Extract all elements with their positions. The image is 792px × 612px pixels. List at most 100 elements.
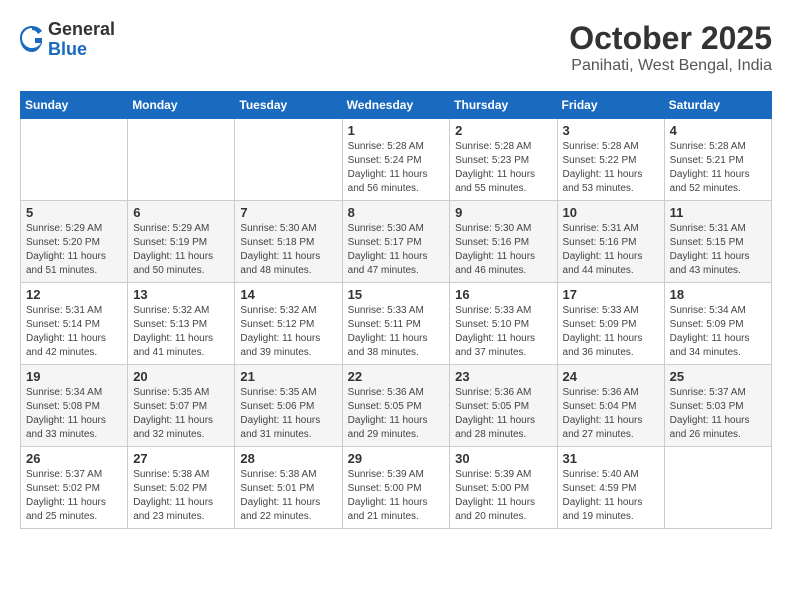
calendar-cell: 16 Sunrise: 5:33 AM Sunset: 5:10 PM Dayli…: [450, 283, 557, 365]
calendar-cell: 30 Sunrise: 5:39 AM Sunset: 5:00 PM Dayli…: [450, 447, 557, 529]
calendar-cell: 15Sunrise: 5:33 AM Sunset: 5:11 PM Dayli…: [342, 283, 450, 365]
day-number: 21: [240, 369, 336, 384]
calendar-cell: 25Sunrise: 5:37 AM Sunset: 5:03 PM Dayli…: [664, 365, 771, 447]
day-info: Sunrise: 5:33 AM Sunset: 5:11 PM Dayligh…: [348, 304, 445, 360]
calendar-cell: 13 Sunrise: 5:32 AM Sunset: 5:13 PM Dayli…: [128, 283, 235, 365]
day-number: 17: [563, 287, 659, 302]
calendar-cell: 9Sunrise: 5:30 AM Sunset: 5:16 PM Daylig…: [450, 201, 557, 283]
calendar-week-4: 19Sunrise: 5:34 AM Sunset: 5:08 PM Dayli…: [21, 365, 772, 447]
weekday-row: SundayMondayTuesdayWednesdayThursdayFrid…: [21, 92, 772, 119]
calendar-cell: 17 Sunrise: 5:33 AM Sunset: 5:09 PM Dayli…: [557, 283, 664, 365]
day-number: 9: [455, 205, 551, 220]
day-info: Sunrise: 5:37 AM Sunset: 5:03 PM Dayligh…: [670, 386, 766, 442]
day-info: Sunrise: 5:34 AM Sunset: 5:09 PM Dayligh…: [670, 304, 766, 360]
calendar: SundayMondayTuesdayWednesdayThursdayFrid…: [20, 91, 772, 529]
calendar-cell: 26 Sunrise: 5:37 AM Sunset: 5:02 PM Dayli…: [21, 447, 128, 529]
day-info: Sunrise: 5:33 AM Sunset: 5:10 PM Dayligh…: [455, 304, 551, 360]
day-number: 5: [26, 205, 122, 220]
calendar-cell: [664, 447, 771, 529]
day-info: Sunrise: 5:37 AM Sunset: 5:02 PM Dayligh…: [26, 468, 122, 524]
calendar-cell: 7 Sunrise: 5:30 AM Sunset: 5:18 PM Daylig…: [235, 201, 342, 283]
day-number: 26: [26, 451, 122, 466]
weekday-header-tuesday: Tuesday: [235, 92, 342, 119]
day-info: Sunrise: 5:39 AM Sunset: 5:00 PM Dayligh…: [455, 468, 551, 524]
calendar-cell: 6 Sunrise: 5:29 AM Sunset: 5:19 PM Daylig…: [128, 201, 235, 283]
calendar-cell: 24 Sunrise: 5:36 AM Sunset: 5:04 PM Dayli…: [557, 365, 664, 447]
page-subtitle: Panihati, West Bengal, India: [569, 57, 772, 75]
logo: General Blue: [20, 20, 115, 60]
calendar-cell: 2 Sunrise: 5:28 AM Sunset: 5:23 PM Daylig…: [450, 119, 557, 201]
day-number: 8: [348, 205, 445, 220]
calendar-cell: 29 Sunrise: 5:39 AM Sunset: 5:00 PM Dayli…: [342, 447, 450, 529]
day-number: 29: [348, 451, 445, 466]
calendar-week-5: 26 Sunrise: 5:37 AM Sunset: 5:02 PM Dayli…: [21, 447, 772, 529]
day-info: Sunrise: 5:29 AM Sunset: 5:19 PM Dayligh…: [133, 222, 229, 278]
day-info: Sunrise: 5:35 AM Sunset: 5:06 PM Dayligh…: [240, 386, 336, 442]
calendar-cell: 14Sunrise: 5:32 AM Sunset: 5:12 PM Dayli…: [235, 283, 342, 365]
day-info: Sunrise: 5:28 AM Sunset: 5:23 PM Dayligh…: [455, 140, 551, 196]
day-info: Sunrise: 5:28 AM Sunset: 5:22 PM Dayligh…: [563, 140, 659, 196]
calendar-header: SundayMondayTuesdayWednesdayThursdayFrid…: [21, 92, 772, 119]
calendar-cell: 21 Sunrise: 5:35 AM Sunset: 5:06 PM Dayli…: [235, 365, 342, 447]
day-number: 31: [563, 451, 659, 466]
day-info: Sunrise: 5:29 AM Sunset: 5:20 PM Dayligh…: [26, 222, 122, 278]
calendar-cell: 22 Sunrise: 5:36 AM Sunset: 5:05 PM Dayli…: [342, 365, 450, 447]
day-number: 18: [670, 287, 766, 302]
day-number: 2: [455, 123, 551, 138]
day-number: 27: [133, 451, 229, 466]
day-info: Sunrise: 5:30 AM Sunset: 5:17 PM Dayligh…: [348, 222, 445, 278]
weekday-header-wednesday: Wednesday: [342, 92, 450, 119]
calendar-cell: 28 Sunrise: 5:38 AM Sunset: 5:01 PM Dayli…: [235, 447, 342, 529]
day-info: Sunrise: 5:31 AM Sunset: 5:16 PM Dayligh…: [563, 222, 659, 278]
day-info: Sunrise: 5:36 AM Sunset: 5:05 PM Dayligh…: [455, 386, 551, 442]
day-info: Sunrise: 5:33 AM Sunset: 5:09 PM Dayligh…: [563, 304, 659, 360]
calendar-cell: 31Sunrise: 5:40 AM Sunset: 4:59 PM Dayli…: [557, 447, 664, 529]
day-number: 11: [670, 205, 766, 220]
day-number: 14: [240, 287, 336, 302]
day-info: Sunrise: 5:31 AM Sunset: 5:14 PM Dayligh…: [26, 304, 122, 360]
calendar-cell: 18 Sunrise: 5:34 AM Sunset: 5:09 PM Dayli…: [664, 283, 771, 365]
day-number: 23: [455, 369, 551, 384]
day-info: Sunrise: 5:34 AM Sunset: 5:08 PM Dayligh…: [26, 386, 122, 442]
calendar-cell: 3 Sunrise: 5:28 AM Sunset: 5:22 PM Daylig…: [557, 119, 664, 201]
calendar-week-3: 12Sunrise: 5:31 AM Sunset: 5:14 PM Dayli…: [21, 283, 772, 365]
day-number: 3: [563, 123, 659, 138]
logo-text: General Blue: [48, 20, 115, 60]
day-info: Sunrise: 5:32 AM Sunset: 5:13 PM Dayligh…: [133, 304, 229, 360]
day-number: 16: [455, 287, 551, 302]
day-number: 10: [563, 205, 659, 220]
day-number: 6: [133, 205, 229, 220]
calendar-cell: 27 Sunrise: 5:38 AM Sunset: 5:02 PM Dayli…: [128, 447, 235, 529]
day-number: 30: [455, 451, 551, 466]
day-info: Sunrise: 5:31 AM Sunset: 5:15 PM Dayligh…: [670, 222, 766, 278]
day-number: 22: [348, 369, 445, 384]
day-info: Sunrise: 5:36 AM Sunset: 5:05 PM Dayligh…: [348, 386, 445, 442]
calendar-week-2: 5 Sunrise: 5:29 AM Sunset: 5:20 PM Daylig…: [21, 201, 772, 283]
day-number: 7: [240, 205, 336, 220]
day-info: Sunrise: 5:30 AM Sunset: 5:18 PM Dayligh…: [240, 222, 336, 278]
day-info: Sunrise: 5:38 AM Sunset: 5:01 PM Dayligh…: [240, 468, 336, 524]
day-info: Sunrise: 5:36 AM Sunset: 5:04 PM Dayligh…: [563, 386, 659, 442]
calendar-cell: 4Sunrise: 5:28 AM Sunset: 5:21 PM Daylig…: [664, 119, 771, 201]
page-title: October 2025: [569, 20, 772, 57]
day-number: 13: [133, 287, 229, 302]
calendar-cell: [235, 119, 342, 201]
day-info: Sunrise: 5:39 AM Sunset: 5:00 PM Dayligh…: [348, 468, 445, 524]
calendar-week-1: 1Sunrise: 5:28 AM Sunset: 5:24 PM Daylig…: [21, 119, 772, 201]
calendar-cell: 5 Sunrise: 5:29 AM Sunset: 5:20 PM Daylig…: [21, 201, 128, 283]
calendar-cell: 1Sunrise: 5:28 AM Sunset: 5:24 PM Daylig…: [342, 119, 450, 201]
logo-blue-text: Blue: [48, 40, 115, 60]
day-info: Sunrise: 5:28 AM Sunset: 5:24 PM Dayligh…: [348, 140, 445, 196]
day-number: 24: [563, 369, 659, 384]
day-info: Sunrise: 5:38 AM Sunset: 5:02 PM Dayligh…: [133, 468, 229, 524]
header: General Blue October 2025 Panihati, West…: [20, 20, 772, 75]
weekday-header-saturday: Saturday: [664, 92, 771, 119]
day-info: Sunrise: 5:28 AM Sunset: 5:21 PM Dayligh…: [670, 140, 766, 196]
calendar-cell: 12Sunrise: 5:31 AM Sunset: 5:14 PM Dayli…: [21, 283, 128, 365]
title-block: October 2025 Panihati, West Bengal, Indi…: [569, 20, 772, 75]
logo-icon: [20, 26, 44, 54]
calendar-cell: 23 Sunrise: 5:36 AM Sunset: 5:05 PM Dayli…: [450, 365, 557, 447]
calendar-body: 1Sunrise: 5:28 AM Sunset: 5:24 PM Daylig…: [21, 119, 772, 529]
day-number: 28: [240, 451, 336, 466]
day-number: 20: [133, 369, 229, 384]
